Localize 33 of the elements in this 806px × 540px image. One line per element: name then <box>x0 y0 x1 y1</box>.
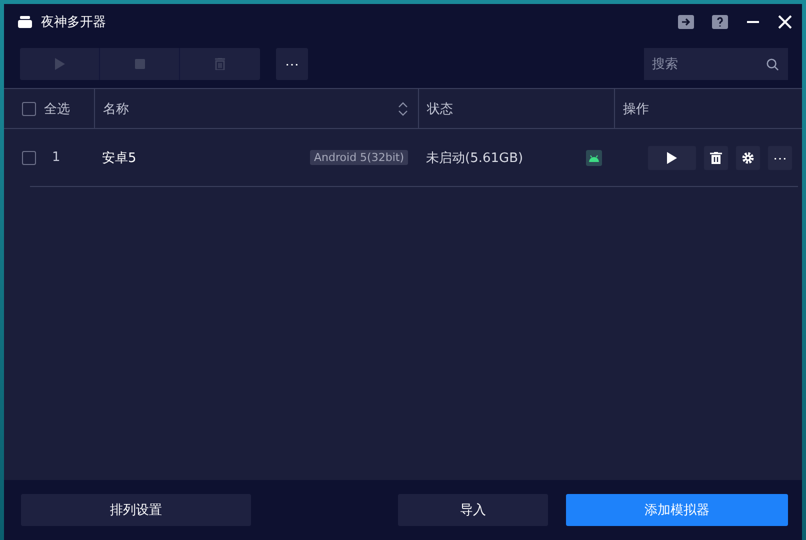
more-button[interactable]: ⋯ <box>276 48 308 80</box>
version-tag: Android 5(32bit) <box>310 150 408 165</box>
status-text: 未启动(5.61GB) <box>426 150 524 166</box>
search-icon <box>766 58 779 71</box>
settings-icon <box>742 152 754 164</box>
column-header: 操作 <box>623 100 649 118</box>
row-number: 1 <box>52 150 60 165</box>
android-icon <box>586 150 602 166</box>
trash-icon <box>215 58 225 70</box>
footer-button[interactable]: 添加模拟器 <box>566 494 788 526</box>
window-title: 夜神多开器 <box>41 14 106 31</box>
stop-icon <box>134 59 144 69</box>
sort-icon[interactable] <box>398 100 408 116</box>
settings-button[interactable] <box>736 146 760 170</box>
app-logo-icon <box>17 16 33 28</box>
help-icon[interactable] <box>712 15 728 29</box>
switch-icon[interactable] <box>678 15 694 29</box>
row-checkbox[interactable] <box>22 150 36 164</box>
play-icon <box>667 152 677 164</box>
start-button[interactable] <box>648 146 696 170</box>
column-header[interactable]: 名称 <box>103 100 129 118</box>
trash-icon <box>710 152 722 164</box>
select-all-checkbox[interactable] <box>22 102 36 116</box>
footer-button[interactable]: 排列设置 <box>21 494 251 526</box>
search-field[interactable]: 搜索 <box>644 48 788 80</box>
play-icon <box>54 58 64 70</box>
emulator-name: 安卓5 <box>102 150 136 166</box>
more-button[interactable]: ⋯ <box>768 146 792 170</box>
close-icon[interactable] <box>778 15 792 29</box>
column-header: 状态 <box>427 100 453 118</box>
delete-button[interactable] <box>704 146 728 170</box>
footer-button[interactable]: 导入 <box>398 494 548 526</box>
column-header: 全选 <box>44 100 70 118</box>
